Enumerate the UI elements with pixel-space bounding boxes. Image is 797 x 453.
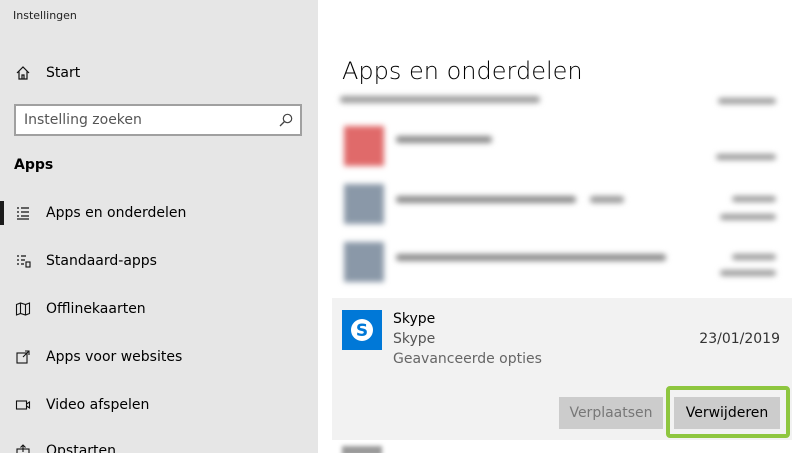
sidebar-item-label: Apps en onderdelen bbox=[46, 205, 187, 221]
search-box[interactable] bbox=[14, 104, 302, 136]
sidebar-item-offline-maps[interactable]: Offlinekaarten bbox=[0, 289, 318, 329]
advanced-options-link[interactable]: Geavanceerde opties bbox=[393, 351, 542, 367]
search-icon[interactable] bbox=[278, 112, 294, 128]
search-input[interactable] bbox=[24, 111, 274, 129]
page-title: Apps en onderdelen bbox=[342, 57, 583, 85]
list-item-obscured[interactable] bbox=[340, 234, 780, 286]
sidebar-item-label: Video afspelen bbox=[46, 397, 150, 413]
list-item-selected[interactable]: S Skype Skype Geavanceerde opties 23/01/… bbox=[332, 298, 792, 440]
active-indicator bbox=[0, 201, 4, 225]
list-item-obscured[interactable] bbox=[342, 446, 382, 453]
startup-icon bbox=[14, 442, 32, 453]
default-apps-icon bbox=[14, 252, 32, 270]
open-link-icon bbox=[14, 348, 32, 366]
list-item-obscured[interactable] bbox=[340, 118, 780, 174]
sidebar-item-home[interactable]: Start bbox=[0, 53, 318, 93]
sidebar-item-label: Standaard-apps bbox=[46, 253, 157, 269]
sidebar-item-apps-features[interactable]: Apps en onderdelen bbox=[0, 193, 318, 233]
map-icon bbox=[14, 300, 32, 318]
app-publisher: Skype bbox=[393, 331, 436, 347]
list-item-obscured[interactable] bbox=[340, 176, 780, 232]
move-button[interactable]: Verplaatsen bbox=[559, 397, 663, 429]
section-title: Apps bbox=[14, 157, 54, 173]
sidebar-item-default-apps[interactable]: Standaard-apps bbox=[0, 241, 318, 281]
app-name: Skype bbox=[393, 311, 436, 327]
app-icon bbox=[344, 242, 384, 282]
install-date: 23/01/2019 bbox=[699, 331, 780, 347]
list-icon bbox=[14, 204, 32, 222]
window-title: Instellingen bbox=[13, 9, 77, 22]
uninstall-button[interactable]: Verwijderen bbox=[674, 397, 780, 429]
sidebar-item-label: Apps voor websites bbox=[46, 349, 183, 365]
video-icon bbox=[14, 396, 32, 414]
sidebar-item-label: Offlinekaarten bbox=[46, 301, 146, 317]
app-icon bbox=[344, 184, 384, 224]
sidebar: Instellingen Start Apps Apps en onderdel… bbox=[0, 0, 318, 453]
sidebar-item-apps-for-websites[interactable]: Apps voor websites bbox=[0, 337, 318, 377]
skype-icon: S bbox=[342, 310, 382, 350]
sidebar-item-startup[interactable]: Opstarten bbox=[0, 431, 318, 453]
app-icon bbox=[344, 126, 384, 166]
list-item-obscured[interactable] bbox=[340, 92, 780, 110]
sidebar-item-video-playback[interactable]: Video afspelen bbox=[0, 385, 318, 425]
home-icon bbox=[14, 64, 32, 82]
main-content: Apps en onderdelen S Skype Skype Geavanc… bbox=[318, 0, 797, 453]
svg-text:S: S bbox=[356, 321, 368, 341]
sidebar-item-label: Opstarten bbox=[46, 443, 116, 453]
sidebar-item-label: Start bbox=[46, 65, 81, 81]
